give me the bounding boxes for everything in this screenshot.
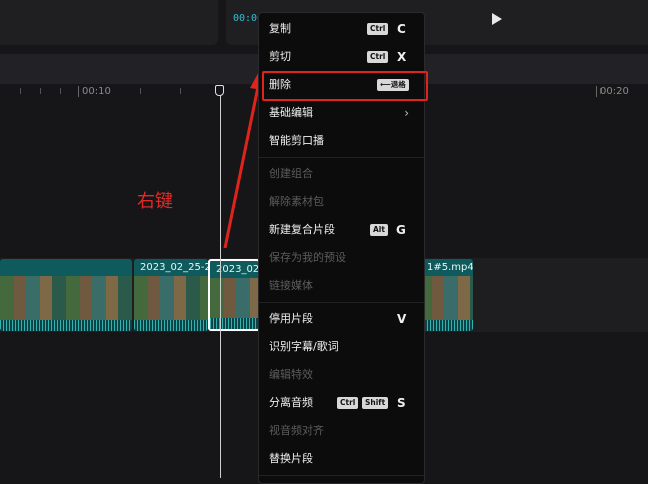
menu-item-basic-edit[interactable]: 基础编辑 › — [269, 103, 415, 123]
menu-item-create-group: 创建组合 — [269, 167, 313, 180]
menu-item-replace-clip[interactable]: 替换片段 — [269, 449, 415, 469]
shortcut-key: X — [397, 50, 407, 64]
annotation-label: 右键 — [137, 191, 173, 212]
menu-item-ungroup-package: 解除素材包 — [269, 195, 324, 208]
menu-separator — [259, 302, 424, 303]
shortcut-key: G — [396, 223, 406, 237]
shortcut-key: C — [397, 22, 406, 36]
menu-item-smart-cut[interactable]: 智能剪口播 — [269, 131, 415, 151]
menu-item-link-media: 链接媒体 — [269, 279, 313, 292]
video-clip[interactable]: 1#5.mp4 — [418, 259, 473, 331]
shift-key-badge: Shift — [362, 397, 389, 409]
clip-audio-waveform — [418, 320, 473, 331]
menu-separator — [259, 475, 424, 476]
clip-label: 2023_02_25-2 — [140, 262, 208, 273]
play-icon[interactable] — [492, 13, 502, 25]
menu-item-recognize-subtitles[interactable]: 识别字幕/歌词 — [269, 337, 415, 357]
menu-item-save-preset: 保存为我的预设 — [269, 251, 346, 264]
alt-key-badge: Alt — [370, 224, 388, 236]
menu-item-copy[interactable]: 复制 Ctrl C — [269, 19, 415, 39]
ctrl-key-badge: Ctrl — [367, 23, 389, 35]
clip-thumbnails — [210, 278, 258, 322]
delete-highlight-box — [262, 71, 428, 101]
clip-label: 2023_02 — [216, 264, 260, 275]
chevron-right-icon: › — [404, 106, 409, 120]
video-clip[interactable] — [0, 259, 132, 331]
clip-thumbnails — [134, 276, 208, 320]
menu-item-new-compound-clip[interactable]: 新建复合片段 Alt G — [269, 220, 415, 240]
clip-audio-waveform — [0, 320, 132, 331]
ruler-label-10s: 00:10 — [78, 86, 111, 97]
menu-item-av-align: 视音频对齐 — [269, 424, 324, 437]
media-panel — [0, 0, 218, 45]
shortcut-key: S — [397, 396, 406, 410]
clip-audio-waveform — [134, 320, 208, 331]
video-clip[interactable]: 2023_02_25-2 — [134, 259, 208, 331]
menu-item-cut[interactable]: 剪切 Ctrl X — [269, 47, 415, 67]
menu-item-disable-clip[interactable]: 停用片段 V — [269, 309, 415, 329]
clip-label: 1#5.mp4 — [427, 262, 473, 273]
ruler-label-20s: 00:20 — [596, 86, 629, 97]
clip-audio-waveform — [210, 318, 258, 329]
ctrl-key-badge: Ctrl — [367, 51, 389, 63]
menu-item-separate-audio[interactable]: 分离音频 Ctrl Shift S — [269, 393, 415, 413]
menu-separator — [259, 157, 424, 158]
menu-item-edit-effects: 编辑特效 — [269, 368, 313, 381]
ctrl-key-badge: Ctrl — [337, 397, 359, 409]
selected-video-clip[interactable]: 2023_02 — [208, 259, 260, 331]
shortcut-key: V — [397, 312, 407, 326]
clip-thumbnails — [0, 276, 132, 320]
clip-thumbnails — [418, 276, 473, 320]
